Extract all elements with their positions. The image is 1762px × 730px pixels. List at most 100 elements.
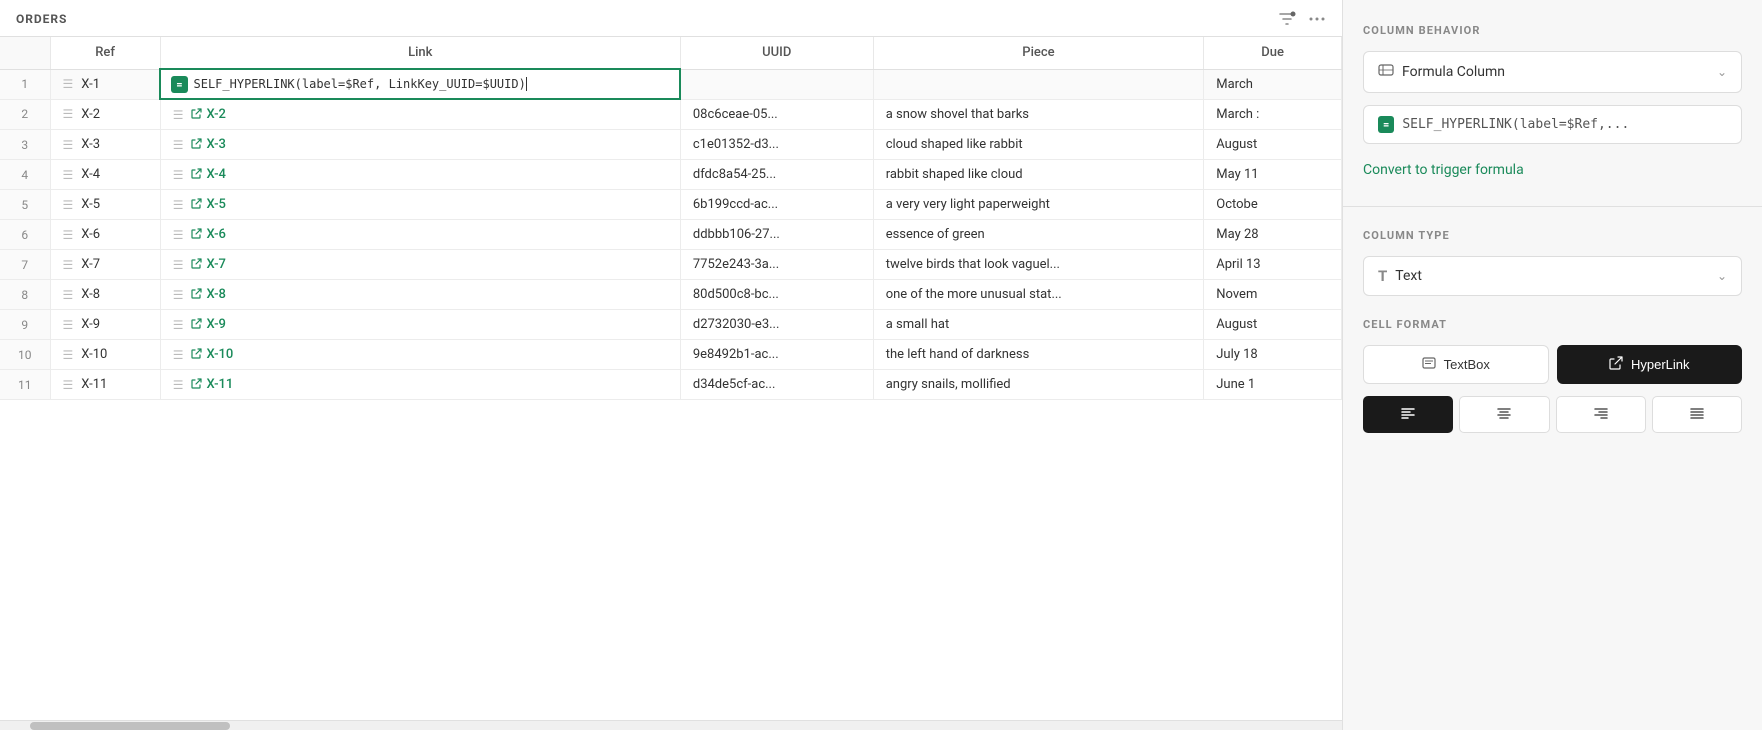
ref-row-icon-3: ☰ bbox=[63, 138, 74, 152]
row-num-11: 11 bbox=[0, 370, 50, 400]
ref-row-icon-5: ☰ bbox=[63, 198, 74, 212]
piece-cell-5: a very very light paperweight bbox=[873, 190, 1204, 220]
align-left-icon bbox=[1400, 405, 1416, 424]
ref-cell-content-11: ☰ X-11 bbox=[63, 377, 148, 392]
ref-cell-1: ☰ X-1 bbox=[50, 69, 160, 99]
table-title: ORDERS bbox=[16, 12, 67, 26]
table-row-7: 7 ☰ X-7 ☰ X-7 bbox=[0, 250, 1342, 280]
ref-cell-content-1: ☰ X-1 bbox=[63, 77, 148, 92]
piece-cell-9: a small hat bbox=[873, 310, 1204, 340]
type-dropdown-left: T Text bbox=[1378, 267, 1422, 285]
ref-cell-3: ☰ X-3 bbox=[50, 130, 160, 160]
align-justify-button[interactable] bbox=[1652, 396, 1742, 433]
ref-row-icon-9: ☰ bbox=[63, 318, 74, 332]
align-center-button[interactable] bbox=[1459, 396, 1549, 433]
cell-format-title: CELL FORMAT bbox=[1363, 318, 1742, 331]
filter-icon-button[interactable] bbox=[1278, 10, 1296, 28]
uuid-cell-8: 80d500c8-bc... bbox=[680, 280, 873, 310]
link-icon-11: ☰ bbox=[173, 378, 184, 392]
ref-row-icon-8: ☰ bbox=[63, 288, 74, 302]
scrollbar-thumb[interactable] bbox=[30, 722, 230, 730]
formula-indicator: = bbox=[171, 76, 187, 93]
col-header-uuid[interactable]: UUID bbox=[680, 37, 873, 69]
horizontal-scrollbar[interactable] bbox=[0, 720, 1342, 730]
align-left-button[interactable] bbox=[1363, 396, 1453, 433]
column-type-chevron-icon: ⌄ bbox=[1717, 269, 1727, 283]
link-cell-content-2: ☰ X-2 bbox=[173, 107, 668, 122]
link-cell-8: ☰ X-8 bbox=[160, 280, 680, 310]
due-cell-1: March bbox=[1204, 69, 1342, 99]
col-header-piece[interactable]: Piece bbox=[873, 37, 1204, 69]
formula-preview-indicator: = bbox=[1378, 116, 1394, 133]
link-cell-content-7: ☰ X-7 bbox=[173, 257, 668, 272]
piece-cell-3: cloud shaped like rabbit bbox=[873, 130, 1204, 160]
col-header-ref[interactable]: Ref bbox=[50, 37, 160, 69]
column-type-dropdown[interactable]: T Text ⌄ bbox=[1363, 256, 1742, 296]
link-icon-7: ☰ bbox=[173, 258, 184, 272]
formula-preview-box[interactable]: = SELF_HYPERLINK(label=$Ref,... bbox=[1363, 105, 1742, 144]
external-link-icon-7 bbox=[191, 258, 202, 272]
external-link-icon-2 bbox=[191, 108, 202, 122]
table-row-10: 10 ☰ X-10 ☰ X-10 bbox=[0, 340, 1342, 370]
filter-icon bbox=[1278, 10, 1296, 28]
external-link-icon-9 bbox=[191, 318, 202, 332]
table-header-row: Ref Link UUID Piece Due bbox=[0, 37, 1342, 69]
ref-cell-content-5: ☰ X-5 bbox=[63, 197, 148, 212]
link-cell-formula-editing[interactable]: = SELF_HYPERLINK(label=$Ref, LinkKey_UUI… bbox=[160, 69, 680, 99]
ref-cell-6: ☰ X-6 bbox=[50, 220, 160, 250]
piece-cell-6: essence of green bbox=[873, 220, 1204, 250]
row-num-10: 10 bbox=[0, 340, 50, 370]
orders-table: Ref Link UUID Piece Due 1 ☰ X-1 bbox=[0, 37, 1342, 400]
ref-cell-content-6: ☰ X-6 bbox=[63, 227, 148, 242]
ref-cell-content-2: ☰ X-2 bbox=[63, 107, 148, 122]
row-num-5: 5 bbox=[0, 190, 50, 220]
align-right-button[interactable] bbox=[1556, 396, 1646, 433]
due-cell-8: Novem bbox=[1204, 280, 1342, 310]
piece-cell-8: one of the more unusual stat... bbox=[873, 280, 1204, 310]
hyperlink-external-icon bbox=[1609, 356, 1623, 373]
table-row-2: 2 ☰ X-2 ☰ X-2 bbox=[0, 99, 1342, 130]
ref-cell-11: ☰ X-11 bbox=[50, 370, 160, 400]
row-num-9: 9 bbox=[0, 310, 50, 340]
column-behavior-dropdown[interactable]: Formula Column ⌄ bbox=[1363, 51, 1742, 93]
ref-row-icon-1: ☰ bbox=[63, 77, 74, 91]
row-num-8: 8 bbox=[0, 280, 50, 310]
piece-cell-1 bbox=[873, 69, 1204, 99]
row-num-3: 3 bbox=[0, 130, 50, 160]
uuid-cell-7: 7752e243-3a... bbox=[680, 250, 873, 280]
table-wrapper[interactable]: Ref Link UUID Piece Due 1 ☰ X-1 bbox=[0, 36, 1342, 720]
table-row-5: 5 ☰ X-5 ☰ X-5 bbox=[0, 190, 1342, 220]
table-row-3: 3 ☰ X-3 ☰ X-3 bbox=[0, 130, 1342, 160]
link-icon-10: ☰ bbox=[173, 348, 184, 362]
align-buttons-row bbox=[1363, 396, 1742, 433]
due-cell-2: March : bbox=[1204, 99, 1342, 130]
text-type-icon: T bbox=[1378, 267, 1387, 285]
hyperlink-format-button[interactable]: HyperLink bbox=[1557, 345, 1743, 384]
formula-column-label: Formula Column bbox=[1402, 64, 1505, 80]
piece-cell-4: rabbit shaped like cloud bbox=[873, 160, 1204, 190]
ref-cell-content-8: ☰ X-8 bbox=[63, 287, 148, 302]
row-num-6: 6 bbox=[0, 220, 50, 250]
col-header-due[interactable]: Due bbox=[1204, 37, 1342, 69]
uuid-cell-9: d2732030-e3... bbox=[680, 310, 873, 340]
table-panel: ORDERS Ref L bbox=[0, 0, 1342, 730]
more-options-button[interactable] bbox=[1308, 10, 1326, 28]
external-link-icon-5 bbox=[191, 198, 202, 212]
align-justify-icon bbox=[1689, 405, 1705, 424]
link-cell-content-11: ☰ X-11 bbox=[173, 377, 668, 392]
ref-cell-content-10: ☰ X-10 bbox=[63, 347, 148, 362]
convert-trigger-link[interactable]: Convert to trigger formula bbox=[1363, 162, 1742, 178]
table-row-6: 6 ☰ X-6 ☰ X-6 bbox=[0, 220, 1342, 250]
table-row-8: 8 ☰ X-8 ☰ X-8 bbox=[0, 280, 1342, 310]
table-row-4: 4 ☰ X-4 ☰ X-4 bbox=[0, 160, 1342, 190]
col-header-link[interactable]: Link bbox=[160, 37, 680, 69]
uuid-cell-6: ddbbb106-27... bbox=[680, 220, 873, 250]
ref-row-icon-10: ☰ bbox=[63, 348, 74, 362]
due-cell-6: May 28 bbox=[1204, 220, 1342, 250]
column-type-title: COLUMN TYPE bbox=[1363, 229, 1742, 242]
uuid-cell-10: 9e8492b1-ac... bbox=[680, 340, 873, 370]
ref-cell-10: ☰ X-10 bbox=[50, 340, 160, 370]
textbox-icon bbox=[1422, 356, 1436, 373]
link-cell-3: ☰ X-3 bbox=[160, 130, 680, 160]
textbox-format-button[interactable]: TextBox bbox=[1363, 345, 1549, 384]
